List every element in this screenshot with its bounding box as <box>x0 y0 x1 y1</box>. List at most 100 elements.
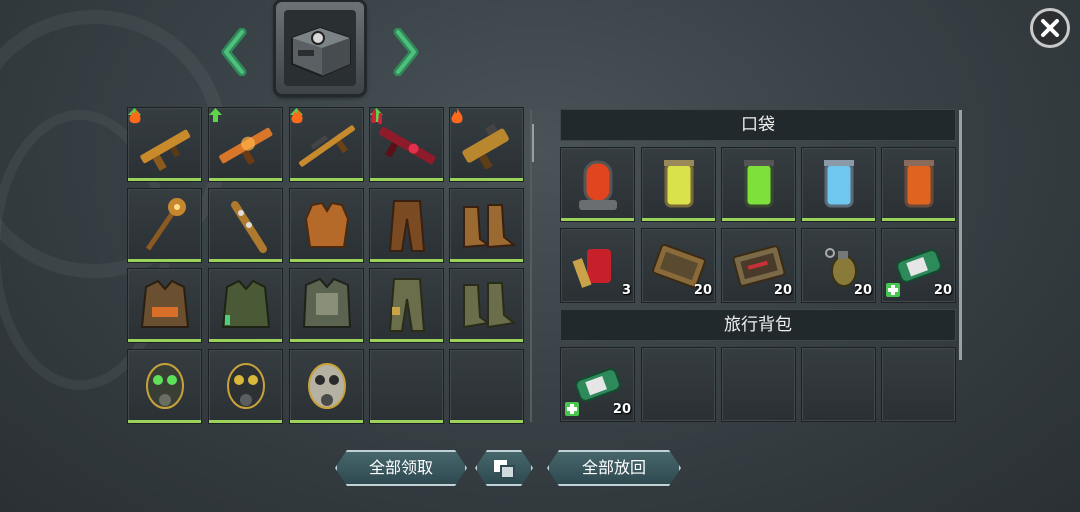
empty-slot[interactable] <box>721 347 796 422</box>
empty-slot[interactable] <box>369 349 444 424</box>
quality-bar <box>128 420 201 423</box>
quality-bar <box>802 218 875 221</box>
quality-bar <box>370 339 443 342</box>
loot-slot[interactable] <box>369 107 444 182</box>
loot-slot[interactable] <box>208 107 283 182</box>
chest-preview <box>276 2 364 94</box>
red-canister-icon <box>579 160 617 210</box>
quality-bar <box>561 218 634 221</box>
loot-slot[interactable] <box>369 268 444 343</box>
pocket-slot[interactable] <box>560 147 635 222</box>
pocket-slot[interactable] <box>721 147 796 222</box>
tactical-jacket-orange-icon <box>140 279 190 328</box>
military-pants-icon <box>388 278 426 332</box>
loot-slot[interactable] <box>289 107 364 182</box>
gas-mask-skull-icon <box>308 363 346 409</box>
leather-pants-icon <box>388 200 426 252</box>
item-quantity: 3 <box>621 283 631 298</box>
pocket-slot[interactable]: 20 <box>801 228 876 303</box>
loot-slot[interactable] <box>449 188 524 263</box>
spiked-club-icon <box>231 201 267 253</box>
loot-slot[interactable] <box>369 188 444 263</box>
pocket-slot[interactable] <box>641 147 716 222</box>
pocket-slot[interactable]: 20 <box>641 228 716 303</box>
next-chest-button[interactable] <box>392 27 420 77</box>
quality-bar <box>209 178 282 181</box>
loot-slot[interactable] <box>289 268 364 343</box>
quality-bar <box>642 218 715 221</box>
loot-slot[interactable] <box>127 107 202 182</box>
quality-bar <box>290 420 363 423</box>
tactical-jacket-green-icon <box>221 279 271 328</box>
gas-mask-hazard-icon <box>227 363 265 409</box>
leather-boots-icon <box>463 204 517 249</box>
medical-icon <box>886 283 900 297</box>
military-boots-icon <box>463 282 517 329</box>
item-quantity: 20 <box>693 283 712 298</box>
pocket-slot[interactable]: 3 <box>560 228 635 303</box>
fire-mod-icon <box>129 108 141 124</box>
loot-slot[interactable] <box>127 188 202 263</box>
empty-slot[interactable] <box>881 347 956 422</box>
loot-slot[interactable] <box>208 268 283 343</box>
quality-bar <box>128 178 201 181</box>
quality-bar <box>128 259 201 262</box>
stack-button[interactable] <box>475 450 533 486</box>
quality-bar <box>209 420 282 423</box>
empty-slot[interactable] <box>449 349 524 424</box>
item-quantity: 20 <box>933 283 952 298</box>
loot-slot[interactable] <box>449 107 524 182</box>
armored-jacket-icon <box>302 277 352 328</box>
fire-mod-icon <box>291 108 303 124</box>
quality-bar <box>450 259 523 262</box>
quality-bar <box>370 259 443 262</box>
quality-bar <box>209 259 282 262</box>
loot-slot[interactable] <box>449 268 524 343</box>
pocket-slot[interactable]: 20 <box>881 228 956 303</box>
blood-mod-icon <box>371 110 382 125</box>
item-quantity: 20 <box>853 283 872 298</box>
medical-icon <box>565 402 579 416</box>
spiked-mace-icon <box>145 198 186 251</box>
item-quantity: 20 <box>773 283 792 298</box>
backpack-title: 旅行背包 <box>560 309 956 341</box>
leather-vest-icon <box>304 201 350 248</box>
yellow-canister-icon <box>664 160 694 208</box>
pocket-slot[interactable]: 20 <box>721 228 796 303</box>
quality-bar <box>128 339 201 342</box>
pocket-slot[interactable] <box>881 147 956 222</box>
loot-slot[interactable] <box>127 349 202 424</box>
quality-bar <box>209 339 282 342</box>
empty-slot[interactable] <box>801 347 876 422</box>
fire-mod-icon <box>451 108 463 124</box>
empty-slot[interactable] <box>641 347 716 422</box>
panel-divider <box>530 110 532 422</box>
loot-slot[interactable] <box>289 188 364 263</box>
quality-bar <box>450 178 523 181</box>
quality-bar <box>450 339 523 342</box>
upgrade-arrow-icon <box>209 108 222 122</box>
blue-canister-icon <box>824 160 854 208</box>
loot-slot[interactable] <box>208 188 283 263</box>
quality-bar <box>882 218 955 221</box>
gas-mask-green-icon <box>146 363 184 409</box>
supply-crate-icon <box>291 26 351 78</box>
loot-slot[interactable] <box>208 349 283 424</box>
close-button[interactable] <box>1030 8 1070 48</box>
quality-bar <box>370 178 443 181</box>
pocket-slot[interactable] <box>801 147 876 222</box>
close-icon <box>1041 19 1059 37</box>
quality-bar <box>290 339 363 342</box>
quality-bar <box>722 218 795 221</box>
prev-chest-button[interactable] <box>220 27 248 77</box>
stack-icon <box>492 458 516 480</box>
chevron-right-icon <box>393 27 419 77</box>
loot-slot[interactable] <box>127 268 202 343</box>
backpack-slot[interactable]: 20 <box>560 347 635 422</box>
loot-slot[interactable] <box>289 349 364 424</box>
chevron-left-icon <box>221 27 247 77</box>
inventory-scrollbar[interactable] <box>959 110 962 360</box>
take-all-button[interactable]: 全部领取 <box>335 450 467 486</box>
return-all-button[interactable]: 全部放回 <box>547 450 681 486</box>
quality-bar <box>370 420 443 423</box>
